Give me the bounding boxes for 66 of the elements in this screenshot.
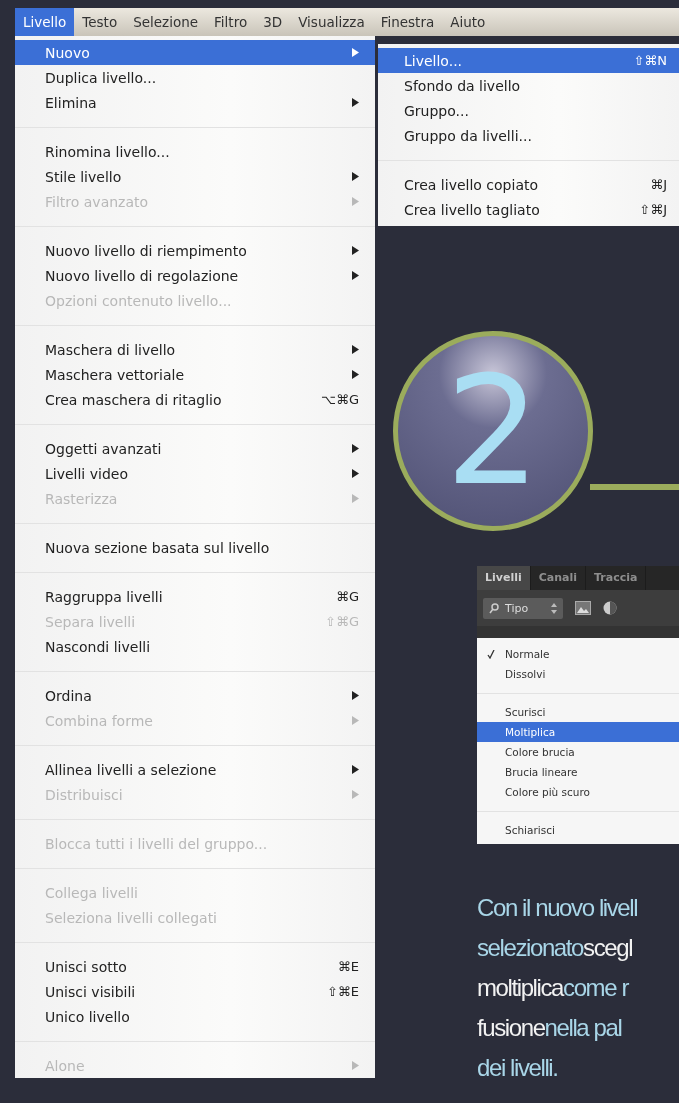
submenu-arrow-icon xyxy=(352,765,359,774)
menu-item[interactable]: Unisci visibili ⇧⌘E xyxy=(15,979,375,1004)
menu-item[interactable]: Crea maschera di ritaglio ⌥⌘G xyxy=(15,387,375,412)
menu-bar-item[interactable]: Visualizza xyxy=(290,8,373,36)
menu-item[interactable]: Duplica livello... xyxy=(15,65,375,90)
blend-mode-item[interactable]: Scurisci xyxy=(477,702,679,722)
caption-text: Con il nuovo livell selezionatoscegl moltiplicacome r fusionenella pal dei livelli. xyxy=(477,893,639,1083)
submenu-arrow-icon xyxy=(352,691,359,700)
menu-item[interactable]: Nuova sezione basata sul livello xyxy=(15,535,375,560)
submenu-arrow-icon xyxy=(352,345,359,354)
stepper-icon xyxy=(551,602,557,614)
menu-item[interactable]: Livelli video xyxy=(15,461,375,486)
menu-item[interactable]: Ordina xyxy=(15,683,375,708)
submenu-arrow-icon xyxy=(352,444,359,453)
menu-item[interactable]: Maschera vettoriale xyxy=(15,362,375,387)
menu-item[interactable]: Sfondo da livello xyxy=(378,73,679,98)
menu-item[interactable]: Gruppo da livelli... xyxy=(378,123,679,148)
menu-bar-item[interactable]: Selezione xyxy=(125,8,207,36)
submenu-arrow-icon xyxy=(352,469,359,478)
blend-mode-item[interactable]: Normale xyxy=(477,644,679,664)
blend-mode-item[interactable]: Schiarisci xyxy=(477,820,679,840)
menu-item[interactable]: Raggruppa livelli ⌘G xyxy=(15,584,375,609)
menu-bar-item[interactable]: Filtro xyxy=(206,8,256,36)
menu-item[interactable]: Gruppo... xyxy=(378,98,679,123)
menu-item[interactable]: Unico livello xyxy=(15,1004,375,1029)
menu-item[interactable]: Crea livello copiato ⌘J xyxy=(378,172,679,197)
blend-mode-item[interactable]: Colore brucia xyxy=(477,742,679,762)
submenu-arrow-icon xyxy=(352,494,359,503)
blend-mode-item[interactable]: Colore più scuro xyxy=(477,782,679,802)
search-icon xyxy=(489,602,499,614)
submenu-arrow-icon xyxy=(352,172,359,181)
adjustment-filter-icon[interactable] xyxy=(603,601,617,615)
menu-bar-item[interactable]: 3D xyxy=(255,8,291,36)
submenu-arrow-icon xyxy=(352,1061,359,1070)
menu-item[interactable]: Livello... ⇧⌘N xyxy=(378,48,679,73)
submenu-arrow-icon xyxy=(352,271,359,280)
menu-item[interactable]: Crea livello tagliato ⇧⌘J xyxy=(378,197,679,222)
menu-item[interactable]: Oggetti avanzati xyxy=(15,436,375,461)
menu-item[interactable]: Allinea livelli a selezione xyxy=(15,757,375,782)
menu-item[interactable]: Stile livello xyxy=(15,164,375,189)
submenu-arrow-icon xyxy=(352,370,359,379)
submenu-arrow-icon xyxy=(352,48,359,57)
submenu-arrow-icon xyxy=(352,716,359,725)
menu-item[interactable]: Rinomina livello... xyxy=(15,139,375,164)
menu-item[interactable]: Nuovo xyxy=(15,40,375,65)
step-number-badge: 2 xyxy=(393,331,593,531)
blend-mode-item[interactable]: Brucia lineare xyxy=(477,762,679,782)
submenu-arrow-icon xyxy=(352,246,359,255)
menu-bar-item[interactable]: Aiuto xyxy=(442,8,494,36)
menu-bar-item[interactable]: Livello xyxy=(15,8,75,36)
panel-tab[interactable]: Livelli xyxy=(477,566,531,590)
submenu-arrow-icon xyxy=(352,98,359,107)
menu-item[interactable]: Nascondi livelli xyxy=(15,634,375,659)
menu-item[interactable]: Nuovo livello di regolazione xyxy=(15,263,375,288)
menu-item[interactable]: Maschera di livello xyxy=(15,337,375,362)
image-filter-icon[interactable] xyxy=(575,601,591,615)
submenu-arrow-icon xyxy=(352,197,359,206)
menu-bar-item[interactable]: Testo xyxy=(74,8,126,36)
blend-mode-item[interactable]: Dissolvi xyxy=(477,664,679,684)
menu-item[interactable]: Elimina xyxy=(15,90,375,115)
menu-item[interactable]: Nuovo livello di riempimento xyxy=(15,238,375,263)
submenu-arrow-icon xyxy=(352,790,359,799)
menu-bar-item[interactable]: Finestra xyxy=(372,8,443,36)
menu-item[interactable]: Unisci sotto ⌘E xyxy=(15,954,375,979)
blend-mode-item[interactable]: Moltiplica xyxy=(477,722,679,742)
filter-dropdown[interactable]: Tipo xyxy=(483,597,563,619)
